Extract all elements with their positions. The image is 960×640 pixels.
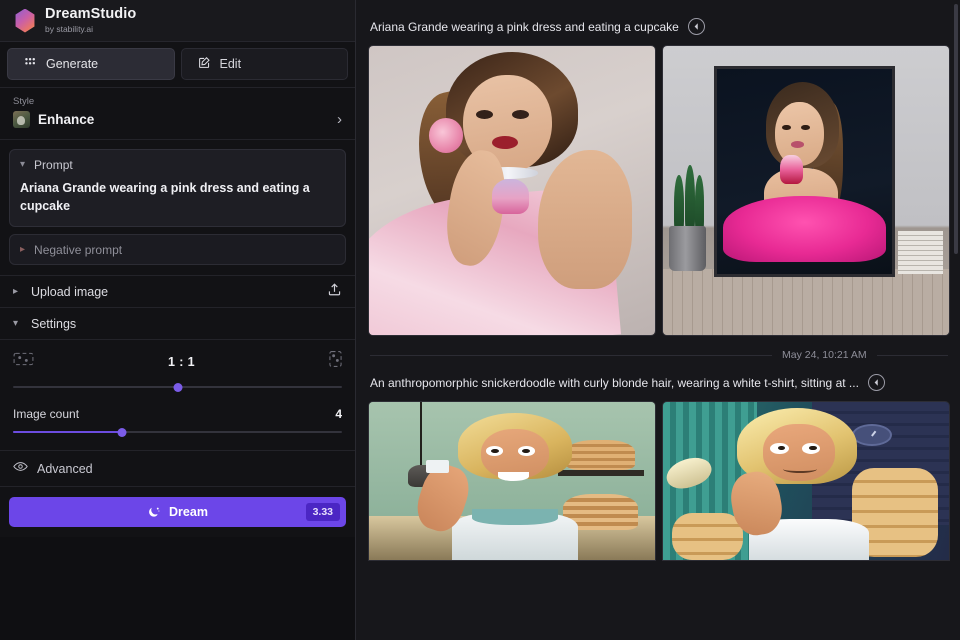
divider-line-left	[370, 355, 772, 356]
image-count-label: Image count	[13, 407, 79, 421]
moon-sparkle-icon	[147, 505, 161, 519]
upload-image-row[interactable]: ▸ Upload image	[0, 276, 355, 308]
sidebar: DreamStudio by stability.ai Generate	[0, 0, 356, 640]
upload-image-label: Upload image	[31, 285, 318, 299]
generated-image-3[interactable]	[368, 401, 656, 561]
generated-image-4[interactable]	[662, 401, 950, 561]
feed-scrollbar[interactable]	[954, 4, 958, 254]
settings-body: 1 : 1 Image count 4	[0, 340, 355, 451]
sidebar-filler	[0, 537, 355, 640]
tab-generate-label: Generate	[46, 57, 98, 71]
timestamp-divider: May 24, 10:21 AM	[368, 336, 950, 372]
image-count-fill	[13, 431, 122, 433]
app-subtitle: by stability.ai	[45, 25, 136, 34]
app-title: DreamStudio	[45, 7, 136, 22]
hexagon-gradient-logo-icon	[14, 9, 36, 33]
pencil-square-icon	[198, 56, 211, 72]
image-grid-1	[368, 45, 950, 336]
generation-prompt-2: An anthropomorphic snickerdoodle with cu…	[370, 376, 859, 390]
divider-line-right	[877, 355, 948, 356]
tab-edit-label: Edit	[220, 57, 242, 71]
chevron-right-icon: ▸	[20, 245, 25, 255]
dream-button-label: Dream	[169, 505, 208, 519]
image-grid-2	[368, 401, 950, 561]
aspect-ratio-slider[interactable]	[13, 381, 342, 393]
aspect-ratio-row: 1 : 1	[13, 350, 342, 373]
tab-edit[interactable]: Edit	[181, 48, 349, 80]
image-count-track	[13, 431, 342, 433]
generation-header-1: Ariana Grande wearing a pink dress and e…	[368, 0, 950, 45]
prompt-input[interactable]: Ariana Grande wearing a pink dress and e…	[20, 179, 335, 215]
aspect-ratio-knob[interactable]	[173, 383, 182, 392]
advanced-label: Advanced	[37, 462, 93, 476]
grid-dots-icon	[24, 56, 37, 72]
prompt-header[interactable]: ▾ Prompt	[20, 158, 335, 172]
style-selected-label: Enhance	[38, 112, 329, 127]
prompt-label: Prompt	[34, 158, 73, 172]
chevron-down-icon: ▾	[13, 318, 22, 329]
brand-header: DreamStudio by stability.ai	[0, 0, 355, 42]
portrait-frame-icon[interactable]	[329, 350, 342, 373]
tab-generate[interactable]: Generate	[7, 48, 175, 80]
prompt-section: ▾ Prompt Ariana Grande wearing a pink dr…	[0, 140, 355, 276]
image-count-row: Image count 4	[13, 407, 342, 421]
reuse-prompt-icon[interactable]	[868, 374, 885, 391]
artwork-2	[663, 46, 949, 335]
artwork-4	[663, 402, 949, 560]
settings-header[interactable]: ▾ Settings	[0, 308, 355, 340]
generation-feed[interactable]: Ariana Grande wearing a pink dress and e…	[356, 0, 960, 640]
reuse-prompt-icon[interactable]	[688, 18, 705, 35]
chevron-right-icon: ›	[337, 112, 342, 127]
style-section: Style Enhance ›	[0, 88, 355, 140]
eye-icon	[13, 459, 28, 479]
style-thumbnail-icon	[13, 111, 30, 128]
dream-button[interactable]: Dream 3.33	[9, 497, 346, 527]
generation-timestamp: May 24, 10:21 AM	[782, 349, 867, 361]
prompt-card: ▾ Prompt Ariana Grande wearing a pink dr…	[9, 149, 346, 227]
upload-icon[interactable]	[327, 282, 342, 302]
image-count-value: 4	[335, 407, 342, 421]
mode-tabs: Generate Edit	[0, 42, 355, 88]
image-count-slider[interactable]	[13, 426, 342, 438]
image-count-knob[interactable]	[117, 428, 126, 437]
dream-section: Dream 3.33	[0, 487, 355, 537]
generated-image-1[interactable]	[368, 45, 656, 336]
chevron-right-icon: ▸	[13, 286, 22, 297]
negative-prompt-label: Negative prompt	[34, 243, 122, 257]
artwork-3	[369, 402, 655, 560]
settings-label: Settings	[31, 317, 342, 331]
style-selector[interactable]: Enhance ›	[13, 111, 342, 128]
credits-badge: 3.33	[306, 503, 340, 521]
style-section-label: Style	[13, 96, 342, 107]
generation-prompt-1: Ariana Grande wearing a pink dress and e…	[370, 20, 679, 34]
negative-prompt-row[interactable]: ▸ Negative prompt	[9, 234, 346, 265]
generation-header-2: An anthropomorphic snickerdoodle with cu…	[368, 372, 950, 401]
dreamstudio-app: DreamStudio by stability.ai Generate	[0, 0, 960, 640]
aspect-ratio-value: 1 : 1	[168, 355, 195, 369]
artwork-1	[369, 46, 655, 335]
landscape-frame-icon[interactable]	[13, 351, 34, 372]
chevron-down-icon: ▾	[20, 160, 25, 170]
generated-image-2[interactable]	[662, 45, 950, 336]
advanced-row[interactable]: Advanced	[0, 451, 355, 487]
